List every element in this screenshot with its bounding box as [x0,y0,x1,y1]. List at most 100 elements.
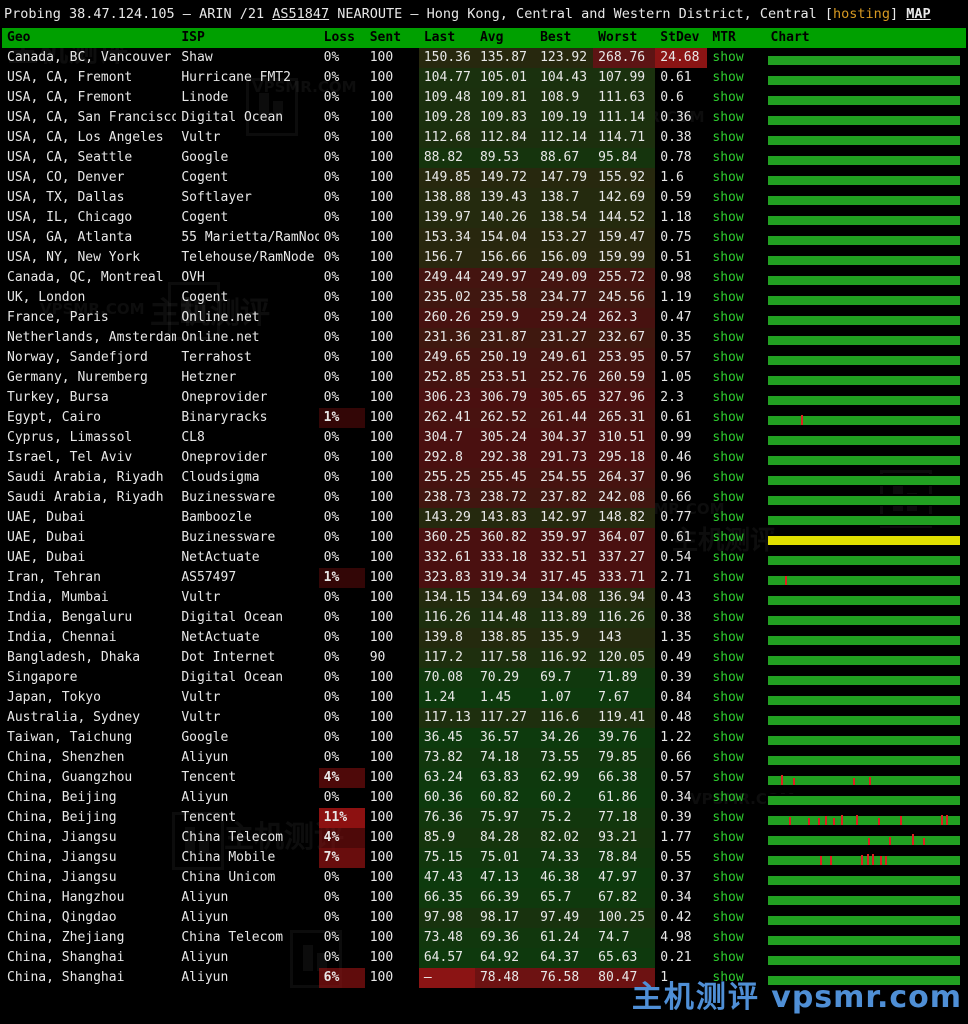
mtr-show-link[interactable]: show [712,790,743,805]
mtr-show-link[interactable]: show [712,510,743,525]
latency-sparkline[interactable] [767,374,960,386]
cell-chart[interactable] [766,88,967,108]
cell-chart[interactable] [766,548,967,568]
latency-sparkline[interactable] [767,434,960,446]
asn-link[interactable]: AS51847 [272,6,329,22]
col-isp[interactable]: ISP [176,28,319,48]
cell-mtr[interactable]: show [707,288,765,308]
cell-mtr[interactable]: show [707,728,765,748]
mtr-show-link[interactable]: show [712,950,743,965]
cell-mtr[interactable]: show [707,948,765,968]
mtr-show-link[interactable]: show [712,470,743,485]
cell-chart[interactable] [766,288,967,308]
col-mtr[interactable]: MTR [707,28,766,48]
cell-chart[interactable] [766,428,967,448]
col-stdev[interactable]: StDev [655,28,708,48]
cell-mtr[interactable]: show [707,108,765,128]
cell-chart[interactable] [766,508,967,528]
latency-sparkline[interactable] [767,874,960,886]
latency-sparkline[interactable] [767,194,960,206]
latency-sparkline[interactable] [767,94,960,106]
cell-chart[interactable] [766,688,967,708]
mtr-show-link[interactable]: show [712,350,743,365]
cell-mtr[interactable]: show [707,788,765,808]
cell-chart[interactable] [766,268,967,288]
mtr-show-link[interactable]: show [712,390,743,405]
cell-mtr[interactable]: show [707,628,765,648]
cell-chart[interactable] [766,648,967,668]
latency-sparkline[interactable] [767,754,960,766]
cell-mtr[interactable]: show [707,88,765,108]
col-worst[interactable]: Worst [593,28,656,48]
cell-mtr[interactable]: show [707,808,765,828]
cell-chart[interactable] [766,728,967,748]
cell-chart[interactable] [766,668,967,688]
mtr-show-link[interactable]: show [712,670,743,685]
latency-sparkline[interactable] [767,74,960,86]
cell-chart[interactable] [766,848,967,868]
cell-chart[interactable] [766,828,967,848]
latency-sparkline[interactable] [767,814,960,826]
mtr-show-link[interactable]: show [712,230,743,245]
cell-mtr[interactable]: show [707,568,765,588]
cell-mtr[interactable]: show [707,608,765,628]
latency-sparkline[interactable] [767,574,960,586]
cell-chart[interactable] [766,408,967,428]
cell-chart[interactable] [766,768,967,788]
cell-mtr[interactable]: show [707,848,765,868]
mtr-show-link[interactable]: show [712,870,743,885]
latency-sparkline[interactable] [767,694,960,706]
cell-chart[interactable] [766,248,967,268]
cell-chart[interactable] [766,48,967,68]
cell-mtr[interactable]: show [707,148,765,168]
cell-mtr[interactable]: show [707,748,765,768]
cell-mtr[interactable]: show [707,868,765,888]
latency-sparkline[interactable] [767,734,960,746]
cell-chart[interactable] [766,128,967,148]
mtr-show-link[interactable]: show [712,830,743,845]
cell-chart[interactable] [766,168,967,188]
cell-mtr[interactable]: show [707,888,765,908]
mtr-show-link[interactable]: show [712,70,743,85]
cell-mtr[interactable]: show [707,208,765,228]
latency-sparkline[interactable] [767,634,960,646]
cell-chart[interactable] [766,328,967,348]
mtr-show-link[interactable]: show [712,190,743,205]
cell-chart[interactable] [766,388,967,408]
cell-mtr[interactable]: show [707,168,765,188]
cell-chart[interactable] [766,788,967,808]
mtr-show-link[interactable]: show [712,610,743,625]
mtr-show-link[interactable]: show [712,210,743,225]
latency-sparkline[interactable] [767,214,960,226]
mtr-show-link[interactable]: show [712,310,743,325]
mtr-show-link[interactable]: show [712,450,743,465]
cell-chart[interactable] [766,628,967,648]
latency-sparkline[interactable] [767,474,960,486]
cell-mtr[interactable]: show [707,248,765,268]
cell-chart[interactable] [766,228,967,248]
mtr-show-link[interactable]: show [712,910,743,925]
cell-chart[interactable] [766,488,967,508]
latency-sparkline[interactable] [767,234,960,246]
mtr-show-link[interactable]: show [712,770,743,785]
cell-chart[interactable] [766,528,967,548]
mtr-show-link[interactable]: show [712,750,743,765]
mtr-show-link[interactable]: show [712,130,743,145]
cell-mtr[interactable]: show [707,388,765,408]
latency-sparkline[interactable] [767,534,960,546]
cell-mtr[interactable]: show [707,528,765,548]
col-last[interactable]: Last [418,28,475,48]
cell-mtr[interactable]: show [707,828,765,848]
mtr-show-link[interactable]: show [712,490,743,505]
latency-sparkline[interactable] [767,154,960,166]
cell-chart[interactable] [766,868,967,888]
cell-mtr[interactable]: show [707,428,765,448]
cell-mtr[interactable]: show [707,708,765,728]
mtr-show-link[interactable]: show [712,710,743,725]
mtr-show-link[interactable]: show [712,50,743,65]
col-avg[interactable]: Avg [474,28,536,48]
cell-mtr[interactable]: show [707,508,765,528]
latency-sparkline[interactable] [767,334,960,346]
cell-chart[interactable] [766,468,967,488]
mtr-show-link[interactable]: show [712,550,743,565]
